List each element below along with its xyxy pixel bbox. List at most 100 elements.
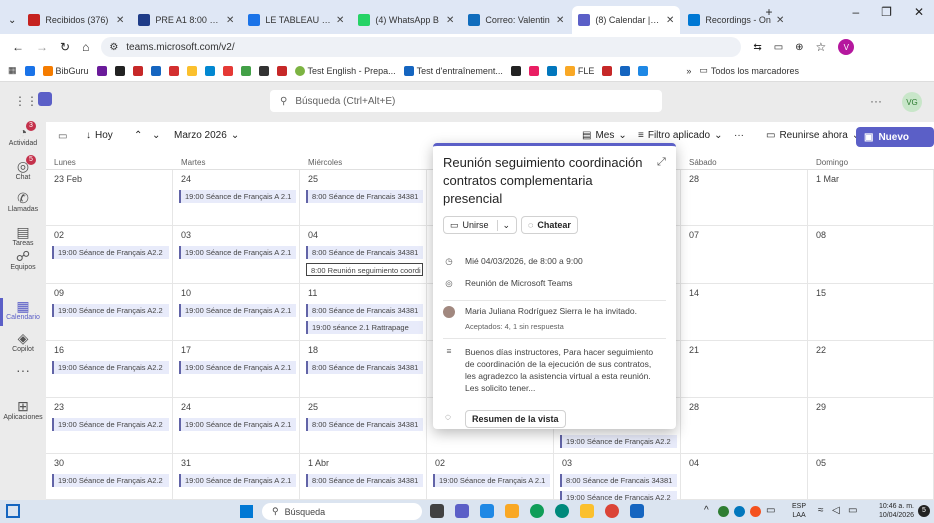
url-field[interactable]: ⚙ teams.microsoft.com/v2/ <box>101 37 742 57</box>
home-icon[interactable]: ⌂ <box>82 40 89 54</box>
more-options-icon[interactable]: ··· <box>734 130 744 141</box>
calendar-event[interactable]: 19:00 Séance de Français A 2.1 <box>179 304 296 317</box>
bookmark-item[interactable] <box>528 65 539 76</box>
bookmark-item[interactable] <box>276 65 287 76</box>
day-cell[interactable]: 23 Feb <box>46 170 173 226</box>
browser-tab[interactable]: Correo: Valentin ✕ <box>462 6 570 34</box>
chat-button[interactable]: ◌ Chatear <box>521 216 578 234</box>
calendar-event[interactable]: 8:00 Séance de Francais 34381 <box>306 304 423 317</box>
tab-close-icon[interactable]: ✕ <box>226 15 234 26</box>
calendar-event[interactable]: 8:00 Séance de Francais 34381 <box>306 190 423 203</box>
new-event-button[interactable]: ▣ Nuevo <box>856 127 934 147</box>
day-cell[interactable]: 14 <box>681 284 808 341</box>
calendar-event[interactable]: 8:00 Séance de Francais 34381 <box>306 474 423 487</box>
browser-tab[interactable]: (8) Calendar | Ca ✕ <box>572 6 681 34</box>
bookmark-item[interactable] <box>114 65 125 76</box>
tab-close-icon[interactable]: ✕ <box>776 15 784 26</box>
edge-taskbar-icon[interactable] <box>555 504 569 518</box>
tab-search-icon[interactable]: ⌄ <box>6 15 20 34</box>
keyboard-icon[interactable]: ▭ <box>766 505 775 516</box>
bookmark-item[interactable] <box>258 65 269 76</box>
day-cell[interactable]: 04 <box>681 454 808 500</box>
bookmark-item[interactable] <box>96 65 107 76</box>
taskbar-search[interactable]: ⚲ Búsqueda <box>262 503 422 520</box>
day-cell[interactable]: 22 <box>808 341 934 398</box>
rail-item-aplicaciones[interactable]: ⊞ Aplicaciones <box>0 398 46 421</box>
rail-item-tareas[interactable]: ▤ Tareas <box>0 224 46 247</box>
rail-item-llamadas[interactable]: ✆ Llamadas <box>0 190 46 213</box>
calendar-event[interactable]: 8:00 Séance de Francais 34381 <box>306 361 423 374</box>
volume-icon[interactable]: ◁ <box>832 505 840 516</box>
bookmark-item[interactable] <box>204 65 215 76</box>
bookmark-item[interactable] <box>150 65 161 76</box>
calendar-event[interactable]: 8:00 Séance de Francais 34381 <box>306 246 423 259</box>
bookmark-item[interactable] <box>638 65 649 76</box>
day-cell[interactable]: 1 Mar <box>808 170 934 226</box>
clock[interactable]: 10:46 a. m. 10/04/2026 <box>866 502 914 520</box>
folder-taskbar-icon[interactable] <box>505 504 519 518</box>
browser-tab[interactable]: (4) WhatsApp B ✕ <box>352 6 460 34</box>
next-month-icon[interactable]: ⌄ <box>152 130 160 141</box>
bookmark-item[interactable] <box>602 65 613 76</box>
calendar-event[interactable]: 19:00 Séance de Français A2.2 <box>52 474 169 487</box>
reload-icon[interactable]: ↻ <box>60 40 70 54</box>
battery-icon[interactable]: ▭ <box>848 505 857 516</box>
chevron-down-icon[interactable]: ⌄ <box>496 219 510 231</box>
calendar-event[interactable]: 19:00 Séance de Français A 2.1 <box>433 474 550 487</box>
calendar-event[interactable]: 19:00 Séance de Français A2.2 <box>560 435 677 448</box>
rail-item-copilot[interactable]: ◈ Copilot <box>0 330 46 353</box>
browser-tab[interactable]: Recibidos (376) ✕ <box>22 6 130 34</box>
bookmark-star-icon[interactable]: ☆ <box>816 40 827 54</box>
tray-chevron-icon[interactable]: ^ <box>704 505 709 516</box>
notification-badge[interactable]: 5 <box>918 505 930 517</box>
browser-tab[interactable]: PRE A1 8:00 a 1(✕ <box>132 6 240 34</box>
store-taskbar-icon[interactable] <box>630 504 644 518</box>
browser-tab[interactable]: LE TABLEAU PRE ✕ <box>242 6 350 34</box>
bookmark-test-english[interactable]: Test English - Prepa... <box>294 65 396 76</box>
file-explorer-icon[interactable] <box>430 504 444 518</box>
bookmark-bibguru[interactable]: BibGuru <box>42 65 89 76</box>
bookmark-fle[interactable]: FLE <box>564 65 594 76</box>
view-summary-button[interactable]: Resumen de la vista <box>465 410 566 428</box>
tray-app-icon[interactable] <box>718 506 729 517</box>
bookmark-item[interactable] <box>24 65 35 76</box>
month-picker[interactable]: Marzo 2026 ⌄ <box>174 130 239 141</box>
tab-close-icon[interactable]: ✕ <box>116 15 124 26</box>
bookmark-item[interactable] <box>510 65 521 76</box>
all-bookmarks-folder[interactable]: ▭ Todos los marcadores <box>699 65 799 76</box>
cast-icon[interactable]: ▭ <box>774 42 783 53</box>
bookmark-item[interactable] <box>168 65 179 76</box>
new-tab-icon[interactable]: + <box>765 5 772 19</box>
close-window-icon[interactable]: ✕ <box>914 5 924 19</box>
day-cell[interactable]: 05 <box>808 454 934 500</box>
minimize-icon[interactable]: – <box>852 5 859 19</box>
expand-icon[interactable]: ⤢ <box>657 156 666 169</box>
apps-grid-icon[interactable]: ▦ <box>8 65 17 76</box>
bookmark-item[interactable] <box>546 65 557 76</box>
expand-panel-icon[interactable]: ▭ <box>58 131 67 142</box>
calendar-event[interactable]: 19:00 Séance de Français A 2.1 <box>179 246 296 259</box>
calendar-event[interactable]: 19:00 Séance de Français A 2.1 <box>179 361 296 374</box>
language-indicator[interactable]: ESP LAA <box>792 502 806 520</box>
calendar-event[interactable]: 19:00 Séance de Français A2.2 <box>52 304 169 317</box>
calendar-event[interactable]: 19:00 Séance de Français A 2.1 <box>179 190 296 203</box>
calendar-event[interactable]: 19:00 Séance de Français A2.2 <box>52 246 169 259</box>
wifi-icon[interactable]: ≈ <box>818 505 824 516</box>
day-cell[interactable]: 07 <box>681 226 808 284</box>
bookmark-item[interactable] <box>132 65 143 76</box>
bookmark-item[interactable] <box>240 65 251 76</box>
more-bookmarks-icon[interactable]: » <box>686 66 691 76</box>
profile-avatar[interactable]: V <box>838 39 855 55</box>
browser-tab[interactable]: Recordings - On ✕ <box>682 6 790 34</box>
join-button[interactable]: ▭ Unirse ⌄ <box>443 216 518 234</box>
settings-more-icon[interactable]: ··· <box>870 94 882 108</box>
rail-item-chat[interactable]: ◎ Chat 5 <box>0 155 46 181</box>
user-avatar[interactable]: VG <box>902 92 922 112</box>
back-icon[interactable]: ← <box>12 40 24 54</box>
zoom-icon[interactable]: ⊕ <box>795 42 803 53</box>
rail-item-equipos[interactable]: ☍ Equipos <box>0 248 46 271</box>
chrome-active-taskbar-icon[interactable] <box>605 504 619 518</box>
chrome-taskbar-icon[interactable] <box>530 504 544 518</box>
day-cell[interactable]: 29 <box>808 398 934 454</box>
meet-now-button[interactable]: ▭Reunirse ahora⌄ <box>766 130 860 141</box>
